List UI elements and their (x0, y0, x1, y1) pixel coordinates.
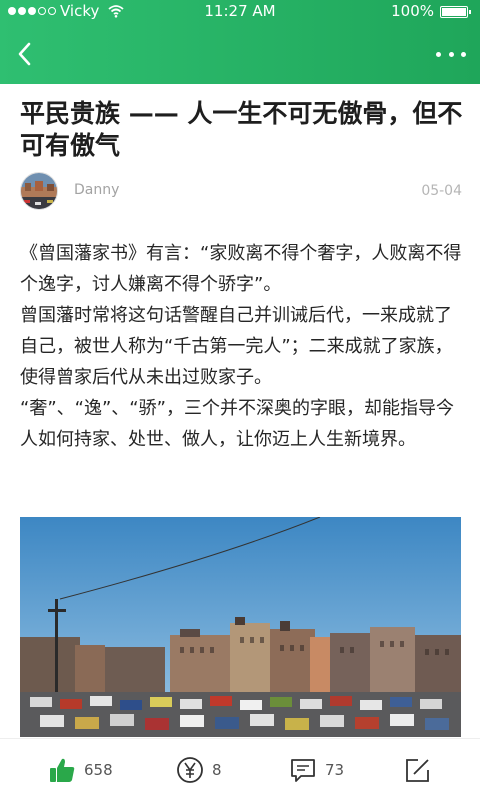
article-title: 平民贵族 —— 人一生不可无傲骨，但不可有傲气 (20, 99, 463, 160)
top-bar: Vicky 11:27 AM 100% (0, 0, 480, 84)
more-dots-icon (436, 51, 466, 57)
publish-date: 05-04 (421, 183, 462, 199)
chevron-left-icon (18, 42, 31, 66)
avatar-image (21, 173, 57, 209)
edit-icon (406, 759, 429, 782)
paragraph: 曾国藩时常将这句话警醒自己并训诫后代，一来成就了自己，被世人称为“千古第一完人”… (20, 305, 453, 388)
avatar[interactable] (20, 172, 58, 210)
author-row: Danny 05-04 (20, 172, 462, 212)
more-button[interactable] (436, 44, 466, 64)
thumbs-up-icon (50, 758, 75, 782)
status-bar: Vicky 11:27 AM 100% (0, 0, 480, 24)
battery-percent: 100% (391, 2, 434, 20)
comment-icon (291, 759, 315, 782)
yuan-coin-icon (177, 757, 203, 783)
battery-icon (440, 6, 471, 18)
article-body: 《曾国藩家书》有言：“家败离不得个奢字，人败离不得个逸字，讨人嫌离不得个骄字”。… (20, 238, 464, 455)
article-photo[interactable] (20, 517, 461, 737)
comment-count: 73 (325, 761, 345, 779)
parking-lot-image (20, 517, 461, 737)
author-name[interactable]: Danny (74, 182, 119, 198)
reward-count: 8 (212, 761, 222, 779)
like-count: 658 (84, 761, 113, 779)
edit-button[interactable] (404, 755, 432, 785)
paragraph: 《曾国藩家书》有言：“家败离不得个奢字，人败离不得个逸字，讨人嫌离不得个骄字”。 (20, 243, 462, 295)
back-button[interactable] (12, 40, 40, 68)
comment-button[interactable]: 73 (289, 755, 344, 785)
reward-button[interactable]: 8 (176, 755, 222, 785)
bottom-action-bar: 658 8 73 (0, 738, 480, 800)
paragraph: “奢”、“逸”、“骄”，三个并不深奥的字眼，却能指导今人如何持家、处世、做人，让… (20, 398, 454, 450)
like-button[interactable]: 658 (48, 755, 113, 785)
